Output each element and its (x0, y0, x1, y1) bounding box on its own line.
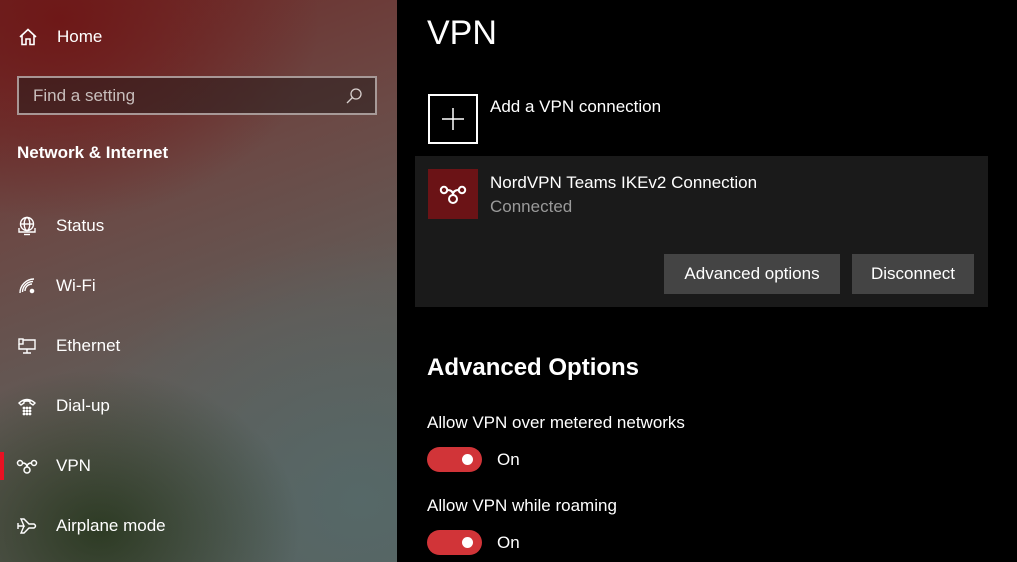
active-indicator (0, 392, 4, 420)
nav-home-label: Home (57, 27, 103, 46)
airplane-icon (16, 515, 38, 537)
advanced-options-heading: Advanced Options (427, 354, 640, 381)
sidebar-item-dialup[interactable]: Dial-up (0, 386, 397, 426)
sidebar-item-status[interactable]: Status (0, 206, 397, 246)
metered-networks-toggle[interactable] (427, 447, 482, 472)
active-indicator (0, 272, 4, 300)
vpn-connection-status: Connected (490, 197, 573, 216)
add-vpn-connection-label: Add a VPN connection (490, 97, 662, 116)
add-vpn-connection-button[interactable]: Add a VPN connection (428, 94, 661, 144)
vpn-connection-name: NordVPN Teams IKEv2 Connection (490, 173, 758, 192)
section-title: Network & Internet (17, 143, 169, 162)
disconnect-button[interactable]: Disconnect (852, 254, 974, 294)
sidebar-item-airplane-mode[interactable]: Airplane mode (0, 506, 397, 546)
sidebar-item-wifi[interactable]: Wi-Fi (0, 266, 397, 306)
dialup-phone-icon (16, 395, 38, 417)
toggle-knob (462, 454, 473, 465)
search-icon[interactable] (345, 87, 363, 105)
sidebar-item-label: Airplane mode (56, 516, 166, 535)
sidebar-item-label: VPN (56, 456, 91, 475)
nav-home[interactable]: Home (17, 24, 102, 50)
metered-networks-label: Allow VPN over metered networks (427, 413, 685, 432)
sidebar-item-label: Ethernet (56, 336, 121, 355)
sidebar-item-vpn[interactable]: VPN (0, 446, 397, 486)
vpn-icon (428, 169, 478, 219)
main-content: VPN Add a VPN connection NordVPN Teams I… (397, 0, 1017, 562)
vpn-icon (16, 455, 38, 477)
active-indicator (0, 332, 4, 360)
sidebar-item-ethernet[interactable]: Ethernet (0, 326, 397, 366)
roaming-state: On (497, 533, 520, 552)
advanced-options-button[interactable]: Advanced options (664, 254, 840, 294)
sidebar-item-label: Dial-up (56, 396, 110, 415)
sidebar-item-label: Wi-Fi (56, 276, 96, 295)
roaming-label: Allow VPN while roaming (427, 496, 617, 515)
toggle-knob (462, 537, 473, 548)
sidebar: Home Network & Internet Status (0, 0, 397, 562)
ethernet-icon (16, 335, 38, 357)
roaming-toggle[interactable] (427, 530, 482, 555)
vpn-connection-item[interactable]: NordVPN Teams IKEv2 Connection Connected… (415, 156, 988, 307)
sidebar-item-label: Status (56, 216, 105, 235)
plus-icon (428, 94, 478, 144)
metered-networks-state: On (497, 450, 520, 469)
search-box[interactable] (17, 76, 377, 115)
page-title: VPN (427, 14, 497, 52)
active-indicator (0, 452, 4, 480)
active-indicator (0, 212, 4, 240)
home-icon (17, 26, 39, 48)
search-input[interactable] (33, 85, 345, 106)
globe-status-icon (16, 215, 38, 237)
wifi-icon (16, 275, 38, 297)
active-indicator (0, 512, 4, 540)
